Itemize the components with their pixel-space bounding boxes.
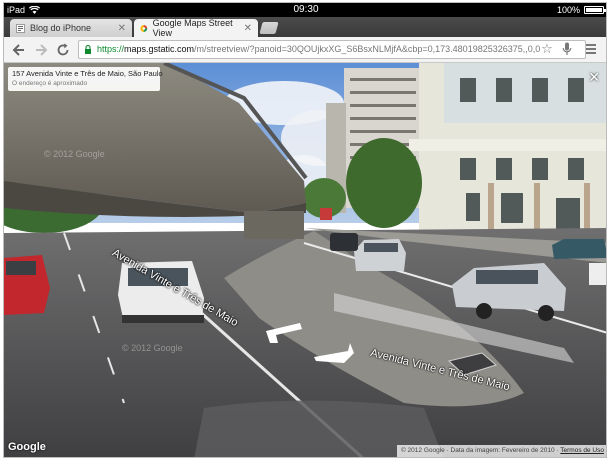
- tab-strip: Blog do iPhone ✕ Google Maps Street View…: [4, 17, 606, 38]
- tab-title: Blog do iPhone: [30, 23, 92, 33]
- bus: [320, 208, 332, 220]
- battery-icon: [584, 6, 606, 14]
- tree: [346, 138, 422, 228]
- street-scene: [4, 63, 606, 457]
- lock-icon: [85, 45, 91, 54]
- address-text: 157 Avenida Vinte e Três de Maio, São Pa…: [12, 69, 163, 78]
- reload-icon: [57, 43, 69, 56]
- url-path: /m/streetview/?panoid=30QOUjkxXG_S6BsxNL…: [194, 44, 541, 54]
- page-favicon-icon: [16, 23, 25, 33]
- address-overlay[interactable]: 157 Avenida Vinte e Três de Maio, São Pa…: [8, 67, 163, 91]
- tab-close-icon[interactable]: ✕: [244, 23, 252, 34]
- address-bar[interactable]: https://maps.gstatic.com/m/streetview/?p…: [78, 40, 586, 59]
- copyright-watermark: © 2012 Google: [122, 343, 183, 353]
- battery-fill: [586, 8, 602, 12]
- url-text: https://maps.gstatic.com/m/streetview/?p…: [97, 41, 540, 58]
- silver-car-middle: [354, 239, 406, 271]
- address-approx-note: O endereço é aproximado: [12, 80, 88, 87]
- status-right: 100%: [556, 5, 606, 15]
- new-tab-button[interactable]: [259, 22, 279, 34]
- dark-car: [330, 233, 358, 251]
- red-car-left: [4, 255, 50, 315]
- street-view-panorama[interactable]: 157 Avenida Vinte e Três de Maio, São Pa…: [4, 63, 606, 457]
- ipad-screen: iPad 09:30 100% Blog do iPhone ✕ Google …: [3, 2, 607, 458]
- forward-button[interactable]: [32, 41, 50, 59]
- menu-icon[interactable]: [584, 42, 598, 56]
- google-maps-favicon-icon: [140, 24, 148, 32]
- attribution-text: © 2012 Google · Data da imagem: Fevereir…: [400, 447, 559, 454]
- url-scheme: https://: [97, 44, 125, 54]
- forward-arrow-icon: [36, 44, 48, 56]
- browser-toolbar: https://maps.gstatic.com/m/streetview/?p…: [4, 37, 606, 63]
- status-bar: iPad 09:30 100%: [4, 3, 606, 17]
- back-arrow-icon: [12, 44, 24, 56]
- teal-car: [552, 239, 606, 259]
- tab-blog-do-iphone[interactable]: Blog do iPhone ✕: [10, 19, 132, 37]
- tab-title: Google Maps Street View: [152, 18, 233, 38]
- bookmark-star-icon[interactable]: ☆: [540, 42, 554, 56]
- google-logo: Google: [8, 441, 46, 453]
- close-street-view-icon[interactable]: ✕: [588, 69, 600, 86]
- reload-button[interactable]: [54, 41, 72, 59]
- tab-google-maps-street-view[interactable]: Google Maps Street View ✕: [134, 18, 258, 38]
- copyright-watermark: © 2012 Google: [44, 149, 105, 159]
- status-time: 09:30: [293, 4, 319, 15]
- microphone-icon[interactable]: [562, 42, 572, 56]
- attribution-bar: © 2012 Google · Data da imagem: Fevereir…: [396, 445, 606, 457]
- battery-percent: 100%: [556, 5, 580, 15]
- white-van: [589, 263, 606, 285]
- building-cornice: [409, 139, 606, 151]
- viaduct-pillar: [244, 211, 304, 239]
- terms-of-use-link[interactable]: Termos de Uso: [560, 447, 604, 454]
- url-host: maps.gstatic.com: [124, 44, 195, 54]
- tab-close-icon[interactable]: ✕: [118, 23, 126, 34]
- back-button[interactable]: [10, 41, 28, 59]
